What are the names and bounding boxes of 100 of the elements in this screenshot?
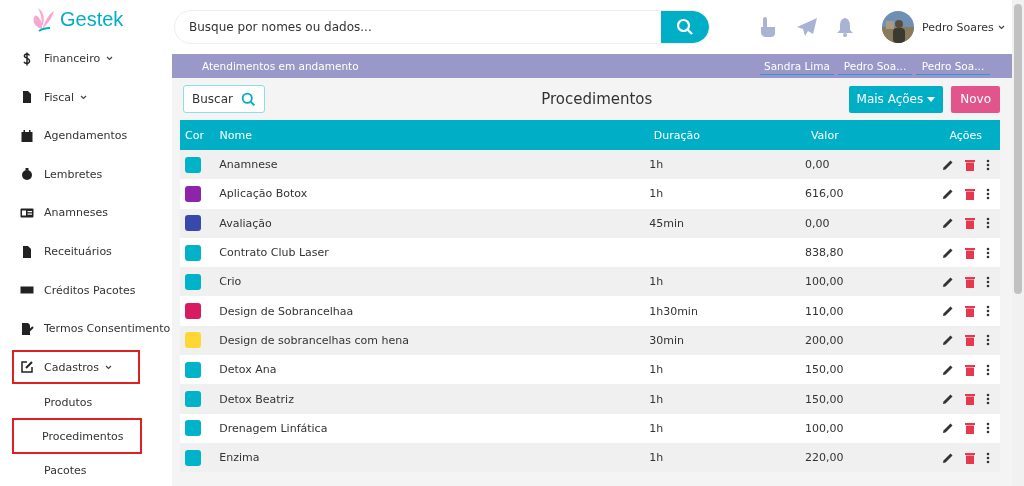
table-cell: 616,00 <box>804 187 844 201</box>
page-title: Procedimentos <box>540 90 654 108</box>
logo-text: Gestek <box>60 8 124 32</box>
sidebar-item[interactable]: Fiscal <box>12 77 140 117</box>
pencil-icon[interactable] <box>942 393 954 405</box>
column-header: Cor <box>184 128 205 142</box>
table-cell: 220,00 <box>804 451 844 465</box>
pencil-icon[interactable] <box>942 187 954 200</box>
trash-icon[interactable] <box>965 246 975 259</box>
pencil-icon[interactable] <box>942 246 954 259</box>
table-cell: Crio <box>219 275 242 289</box>
sidebar-item[interactable]: Cadastros <box>12 350 140 384</box>
table-cell: Detox Ana <box>219 363 277 377</box>
search-button[interactable]: Buscar <box>183 85 265 113</box>
column-header: Ações <box>949 128 983 142</box>
more-options-icon[interactable] <box>986 334 990 347</box>
trash-icon[interactable] <box>965 393 975 405</box>
column-header: Nome <box>219 128 254 142</box>
file-icon <box>20 90 34 105</box>
pencil-icon[interactable] <box>942 217 954 230</box>
pencil-icon[interactable] <box>942 275 954 288</box>
table-cell: Aplicação Botox <box>219 187 308 201</box>
pencil-icon[interactable] <box>942 158 954 171</box>
sidebar-subitem[interactable]: Produtos <box>12 386 109 418</box>
table-cell: 0,00 <box>804 158 830 172</box>
user-menu[interactable]: Pedro Soares <box>922 20 1005 34</box>
table-cell: 1h <box>649 187 664 201</box>
table-cell: Anamnese <box>219 158 278 172</box>
search-icon <box>241 91 256 107</box>
table-cell: 200,00 <box>804 333 844 347</box>
more-options-icon[interactable] <box>986 451 990 464</box>
new-button[interactable]: Novo <box>951 85 1000 113</box>
calendar-icon <box>20 128 34 143</box>
trash-icon[interactable] <box>965 217 975 230</box>
more-options-icon[interactable] <box>986 275 990 288</box>
trash-icon[interactable] <box>965 305 975 318</box>
scrollbar[interactable] <box>1012 0 1024 486</box>
more-options-icon[interactable] <box>986 217 990 230</box>
search-icon <box>676 18 694 36</box>
table-cell: 1h <box>649 392 664 406</box>
pencil-icon[interactable] <box>942 334 954 347</box>
table-cell: Design de sobrancelhas com hena <box>219 333 409 347</box>
table-cell: Contrato Club Laser <box>219 246 329 260</box>
table-cell: 838,80 <box>804 246 844 260</box>
sidebar-item[interactable]: Receituários <box>12 232 140 271</box>
column-header: Valor <box>810 128 840 142</box>
pencil-icon[interactable] <box>942 363 954 376</box>
sign-icon <box>20 321 34 336</box>
trash-icon[interactable] <box>965 363 975 376</box>
table-cell: 1h <box>649 158 664 172</box>
sidebar-subitem[interactable]: Pacotes <box>12 454 109 486</box>
trash-icon[interactable] <box>965 334 975 347</box>
trash-icon[interactable] <box>965 422 975 435</box>
table-cell: Design de Sobrancelhaa <box>219 304 354 318</box>
chevron-down-icon <box>997 24 1005 30</box>
file-icon <box>20 244 34 259</box>
table-cell: 1h <box>649 451 664 465</box>
pencil-icon[interactable] <box>942 422 954 435</box>
sidebar-item[interactable]: Termos Consentimento <box>12 309 173 348</box>
table-cell: Avaliação <box>219 216 272 230</box>
table-cell: Drenagem Linfática <box>219 421 328 435</box>
more-options-icon[interactable] <box>986 422 990 435</box>
table-cell: 150,00 <box>804 392 844 406</box>
trash-icon[interactable] <box>965 451 975 464</box>
attendance-title: Atendimentos em andamento <box>202 60 359 72</box>
pencil-icon[interactable] <box>942 305 954 318</box>
trash-icon[interactable] <box>965 275 975 288</box>
table-cell: 1h <box>649 421 664 435</box>
table-cell: 30min <box>649 333 684 347</box>
sidebar-item[interactable]: Lembretes <box>12 155 140 194</box>
sidebar-subitem[interactable]: Procedimentos <box>12 418 142 454</box>
trash-icon[interactable] <box>965 158 975 171</box>
edit-icon <box>20 360 34 374</box>
stopwatch-icon <box>20 167 34 182</box>
more-options-icon[interactable] <box>986 363 990 376</box>
caret-icon <box>927 96 936 102</box>
sidebar-item[interactable]: Agendamentos <box>12 116 140 156</box>
table-cell: 110,00 <box>804 304 844 318</box>
table-cell: Enzima <box>219 451 260 465</box>
pencil-icon[interactable] <box>942 451 954 464</box>
sidebar-item[interactable]: Anamneses <box>12 193 140 233</box>
more-options-icon[interactable] <box>986 393 990 405</box>
more-options-icon[interactable] <box>986 305 990 318</box>
trash-icon[interactable] <box>965 187 975 200</box>
table-cell: 45min <box>649 216 684 230</box>
table-cell: Detox Beatriz <box>219 392 294 406</box>
table-cell: 1h <box>649 363 664 377</box>
table-cell: 100,00 <box>804 421 844 435</box>
more-options-icon[interactable] <box>986 158 990 171</box>
column-header: Duração <box>653 128 701 142</box>
table-cell: 0,00 <box>804 216 830 230</box>
sidebar-item[interactable]: Financeiro <box>12 39 140 78</box>
more-options-icon[interactable] <box>986 187 990 200</box>
table-cell: 1h <box>649 275 664 289</box>
more-options-icon[interactable] <box>986 246 990 259</box>
table-cell: 1h30min <box>649 304 698 318</box>
sidebar-item[interactable]: Créditos Pacotes <box>12 270 140 310</box>
table-cell: 100,00 <box>804 275 844 289</box>
table-cell: 150,00 <box>804 363 844 377</box>
search-button[interactable] <box>661 11 709 43</box>
